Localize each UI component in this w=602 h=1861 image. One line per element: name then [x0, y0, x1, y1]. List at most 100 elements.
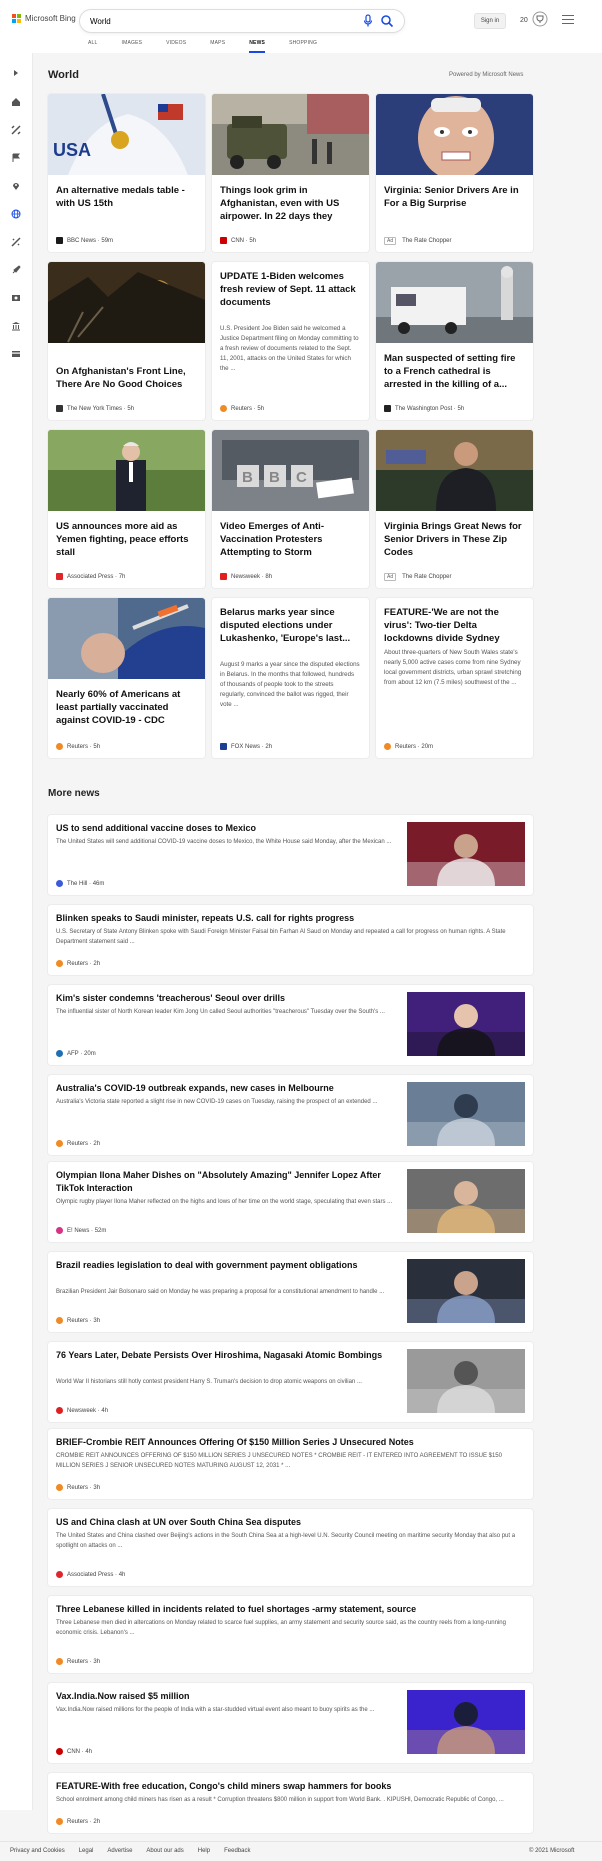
card-source[interactable]: Reuters · 5h	[220, 405, 264, 412]
news-title[interactable]: Vax.India.Now raised $5 million	[56, 1690, 396, 1703]
footer-link-legal[interactable]: Legal	[79, 1848, 94, 1854]
tab-shopping[interactable]: SHOPPING	[289, 40, 317, 53]
more-news-row[interactable]: 76 Years Later, Debate Persists Over Hir…	[48, 1342, 533, 1422]
news-card[interactable]: US announces more aid as Yemen fighting,…	[48, 430, 205, 588]
news-source[interactable]: Reuters · 2h	[56, 960, 100, 967]
news-title[interactable]: Kim's sister condemns 'treacherous' Seou…	[56, 992, 396, 1005]
more-news-row[interactable]: Three Lebanese killed in incidents relat…	[48, 1596, 533, 1673]
news-title[interactable]: BRIEF-Crombie REIT Announces Offering Of…	[56, 1436, 526, 1449]
news-title[interactable]: Blinken speaks to Saudi minister, repeat…	[56, 912, 526, 925]
footer-link-privacy[interactable]: Privacy and Cookies	[10, 1848, 65, 1854]
card-source[interactable]: FOX News · 2h	[220, 743, 272, 750]
footer-link-about-ads[interactable]: About our ads	[146, 1848, 183, 1854]
news-source[interactable]: Reuters · 3h	[56, 1317, 100, 1324]
card-source[interactable]: CNN · 5h	[220, 237, 256, 244]
search-icon[interactable]	[380, 14, 394, 28]
news-card[interactable]: Virginia Brings Great News for Senior Dr…	[376, 430, 533, 588]
search-input[interactable]	[90, 14, 290, 28]
credit-card-icon[interactable]	[10, 348, 22, 360]
rewards-count[interactable]: 20	[520, 17, 528, 24]
tab-images[interactable]: IMAGES	[122, 40, 143, 53]
more-news-row[interactable]: Vax.India.Now raised $5 million Vax.India…	[48, 1683, 533, 1763]
location-pin-icon[interactable]	[10, 180, 22, 192]
tab-all[interactable]: ALL	[88, 40, 98, 53]
news-card[interactable]: Things look grim in Afghanistan, even wi…	[212, 94, 369, 252]
card-source[interactable]: Newsweek · 8h	[220, 573, 272, 580]
news-source[interactable]: Reuters · 2h	[56, 1818, 100, 1825]
news-card[interactable]: Belarus marks year since disputed electi…	[212, 598, 369, 758]
more-news-row[interactable]: Blinken speaks to Saudi minister, repeat…	[48, 905, 533, 975]
more-news-row[interactable]: Australia's COVID-19 outbreak expands, n…	[48, 1075, 533, 1155]
card-title[interactable]: Virginia: Senior Drivers Are in For a Bi…	[384, 184, 524, 210]
news-card[interactable]: B B C Video Emerges of Anti-Vaccination …	[212, 430, 369, 588]
card-title[interactable]: Man suspected of setting fire to a Frenc…	[384, 352, 524, 391]
news-title[interactable]: Olympian Ilona Maher Dishes on "Absolute…	[56, 1169, 396, 1195]
news-title[interactable]: Three Lebanese killed in incidents relat…	[56, 1603, 526, 1616]
card-source[interactable]: Associated Press · 7h	[56, 573, 125, 580]
news-card[interactable]: Virginia: Senior Drivers Are in For a Bi…	[376, 94, 533, 252]
card-title[interactable]: FEATURE-'We are not the virus': Two-tier…	[384, 606, 524, 645]
hamburger-menu-icon[interactable]	[562, 15, 574, 25]
more-news-row[interactable]: Brazil readies legislation to deal with …	[48, 1252, 533, 1332]
news-title[interactable]: US to send additional vaccine doses to M…	[56, 822, 396, 835]
tab-maps[interactable]: MAPS	[210, 40, 225, 53]
card-title[interactable]: Virginia Brings Great News for Senior Dr…	[384, 520, 524, 559]
bing-logo[interactable]: Microsoft Bing	[12, 14, 76, 23]
card-source[interactable]: The New York Times · 5h	[56, 405, 134, 412]
tab-news[interactable]: NEWS	[249, 40, 265, 53]
news-source[interactable]: CNN · 4h	[56, 1748, 92, 1755]
news-card[interactable]: UPDATE 1-Biden welcomes fresh review of …	[212, 262, 369, 420]
news-source[interactable]: Reuters · 2h	[56, 1140, 100, 1147]
card-title[interactable]: Video Emerges of Anti-Vaccination Protes…	[220, 520, 360, 559]
world-icon[interactable]	[10, 124, 22, 136]
card-title[interactable]: UPDATE 1-Biden welcomes fresh review of …	[220, 270, 360, 309]
news-source[interactable]: Newsweek · 4h	[56, 1407, 108, 1414]
more-news-row[interactable]: Kim's sister condemns 'treacherous' Seou…	[48, 985, 533, 1065]
footer-link-feedback[interactable]: Feedback	[224, 1848, 250, 1854]
card-source[interactable]: Ad The Rate Chopper	[384, 573, 452, 581]
more-news-row[interactable]: Olympian Ilona Maher Dishes on "Absolute…	[48, 1162, 533, 1242]
rewards-trophy-icon[interactable]	[532, 11, 548, 27]
news-source[interactable]: Reuters · 3h	[56, 1658, 100, 1665]
powered-by-label[interactable]: Powered by Microsoft News	[449, 72, 523, 78]
news-source[interactable]: Reuters · 3h	[56, 1484, 100, 1491]
microphone-icon[interactable]	[362, 14, 374, 28]
science-icon[interactable]	[10, 236, 22, 248]
news-title[interactable]: US and China clash at UN over South Chin…	[56, 1516, 526, 1529]
card-source[interactable]: Reuters · 5h	[56, 743, 100, 750]
news-card[interactable]: On Afghanistan's Front Line, There Are N…	[48, 262, 205, 420]
news-source[interactable]: E! News · 52m	[56, 1227, 106, 1234]
news-title[interactable]: Australia's COVID-19 outbreak expands, n…	[56, 1082, 396, 1095]
more-news-row[interactable]: US to send additional vaccine doses to M…	[48, 815, 533, 895]
card-source[interactable]: Reuters · 20m	[384, 743, 433, 750]
card-title[interactable]: Nearly 60% of Americans at least partial…	[56, 688, 196, 740]
video-icon[interactable]	[10, 292, 22, 304]
card-title[interactable]: An alternative medals table - with US 15…	[56, 184, 196, 210]
card-title[interactable]: On Afghanistan's Front Line, There Are N…	[56, 365, 196, 391]
news-source[interactable]: Associated Press · 4h	[56, 1571, 125, 1578]
rocket-icon[interactable]	[10, 264, 22, 276]
more-news-row[interactable]: BRIEF-Crombie REIT Announces Offering Of…	[48, 1429, 533, 1499]
card-source[interactable]: Ad The Rate Chopper	[384, 237, 452, 245]
news-card[interactable]: Nearly 60% of Americans at least partial…	[48, 598, 205, 758]
news-title[interactable]: 76 Years Later, Debate Persists Over Hir…	[56, 1349, 396, 1362]
sign-in-button[interactable]: Sign in	[474, 13, 506, 29]
news-card[interactable]: Man suspected of setting fire to a Frenc…	[376, 262, 533, 420]
footer-link-help[interactable]: Help	[198, 1848, 210, 1854]
card-source[interactable]: BBC News · 59m	[56, 237, 113, 244]
footer-link-advertise[interactable]: Advertise	[107, 1848, 132, 1854]
news-title[interactable]: FEATURE-With free education, Congo's chi…	[56, 1780, 526, 1793]
bank-icon[interactable]	[10, 320, 22, 332]
card-title[interactable]: Things look grim in Afghanistan, even wi…	[220, 184, 360, 223]
news-source[interactable]: The Hill · 46m	[56, 880, 104, 887]
news-card[interactable]: FEATURE-'We are not the virus': Two-tier…	[376, 598, 533, 758]
card-title[interactable]: US announces more aid as Yemen fighting,…	[56, 520, 196, 559]
home-icon[interactable]	[10, 96, 22, 108]
news-source[interactable]: AFP · 20m	[56, 1050, 96, 1057]
news-title[interactable]: Brazil readies legislation to deal with …	[56, 1259, 396, 1272]
more-news-row[interactable]: FEATURE-With free education, Congo's chi…	[48, 1773, 533, 1833]
tab-videos[interactable]: VIDEOS	[166, 40, 186, 53]
flag-icon[interactable]	[10, 152, 22, 164]
globe-icon[interactable]	[10, 208, 22, 220]
expand-icon[interactable]	[10, 67, 22, 79]
